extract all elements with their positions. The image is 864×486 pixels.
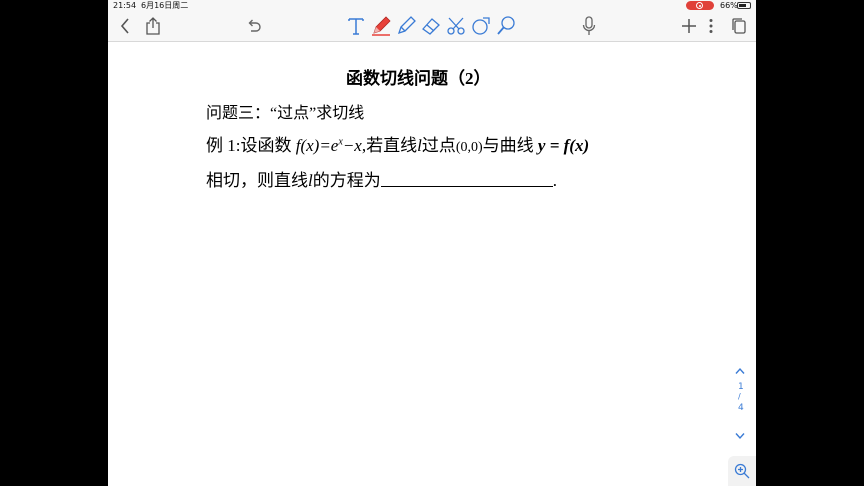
back-icon: [120, 18, 129, 34]
status-date: 6月16日周二: [141, 1, 189, 10]
toolbar: [108, 11, 756, 42]
undo-button[interactable]: [244, 16, 264, 36]
zoom-button[interactable]: [728, 456, 756, 486]
more-icon: [709, 19, 713, 33]
zoom-in-icon: [734, 463, 750, 479]
document-page[interactable]: 函数切线问题（2） 问题三：“过点”求切线 例 1:设函数 f(x)=ex−x,…: [108, 42, 728, 486]
recording-indicator: [686, 1, 714, 10]
eraser-tool-button[interactable]: [420, 16, 442, 36]
status-bar: 21:54 6月16日周二 66%: [108, 0, 756, 11]
point-coordinates: (0,0): [455, 140, 483, 155]
section-heading: 问题三：“过点”求切线: [206, 105, 365, 122]
example-text-1: 设函数: [240, 136, 292, 155]
record-icon: [696, 2, 703, 9]
shape-icon: [472, 17, 490, 35]
text-tool-icon: [348, 18, 364, 35]
chevron-up-icon: [735, 367, 745, 374]
pages-icon: [732, 18, 746, 34]
example-text-3: 过点: [421, 136, 456, 155]
share-button[interactable]: [144, 16, 162, 36]
tablet-screen: 21:54 6月16日周二 66% 函数切线问题（2） 问题三：“过点”求切线 …: [108, 0, 756, 486]
scissors-tool-button[interactable]: [445, 16, 467, 36]
function-tail: −x: [342, 136, 362, 155]
battery-level: [739, 4, 746, 7]
page-separator: /: [738, 392, 741, 401]
undo-icon: [248, 19, 261, 32]
pages-button[interactable]: [730, 16, 748, 36]
battery-icon: [737, 2, 751, 9]
page-total: 4: [738, 403, 744, 413]
shape-tool-button[interactable]: [470, 16, 492, 36]
line2-end: .: [552, 171, 557, 190]
example-line-1: 例 1:设函数 f(x)=ex−x,若直线l过点(0,0)与曲线 y = f(x…: [206, 131, 589, 156]
line2-text-2: 的方程为: [312, 171, 381, 190]
page-title: 函数切线问题（2）: [346, 69, 491, 88]
microphone-button[interactable]: [580, 16, 598, 36]
function-arg: (x)=e: [300, 136, 339, 155]
status-time: 21:54: [113, 1, 137, 10]
line2-text-1: 相切，则直线: [206, 171, 308, 190]
share-icon: [146, 17, 160, 35]
example-label: 例 1:: [206, 136, 241, 155]
back-button[interactable]: [118, 16, 132, 36]
page-current: 1: [738, 382, 744, 392]
chevron-down-icon: [735, 433, 745, 440]
example-line-2: 相切，则直线l的方程为.: [206, 166, 557, 191]
page-down-button[interactable]: [735, 425, 745, 444]
eraser-icon: [422, 18, 440, 35]
example-text-4: 与曲线: [482, 136, 534, 155]
pen-icon: [372, 16, 391, 36]
example-text-2: ,若直线: [361, 136, 418, 155]
battery-percent: 66%: [720, 1, 738, 10]
lasso-tool-button[interactable]: [495, 16, 517, 36]
highlighter-icon: [397, 16, 416, 35]
microphone-icon: [582, 16, 596, 35]
text-tool-button[interactable]: [346, 16, 366, 36]
page-up-button[interactable]: [735, 360, 745, 379]
lasso-icon: [497, 16, 515, 35]
more-button[interactable]: [706, 16, 716, 36]
curve-equation: y = f(x): [537, 136, 590, 155]
answer-blank: [380, 172, 553, 187]
pen-tool-button[interactable]: [370, 16, 392, 36]
add-page-button[interactable]: [680, 16, 698, 36]
scissors-icon: [447, 17, 465, 35]
highlighter-tool-button[interactable]: [395, 16, 417, 36]
add-page-icon: [682, 19, 696, 33]
